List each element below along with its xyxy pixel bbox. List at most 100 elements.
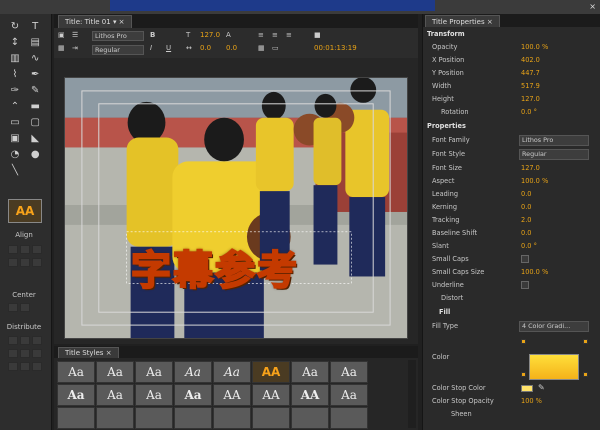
color-stop-top-left[interactable]	[521, 339, 526, 344]
vertical-type-tool-icon[interactable]: ↕	[6, 34, 24, 50]
properties-section[interactable]: Properties	[423, 120, 600, 134]
vertical-area-type-tool-icon[interactable]: ▥	[6, 50, 24, 66]
style-swatch[interactable]: Aa	[135, 361, 173, 383]
fill-type-select[interactable]: 4 Color Gradi...	[519, 321, 589, 332]
add-anchor-tool-icon[interactable]: ✎	[26, 82, 44, 98]
tab-title-properties[interactable]: Title Properties ×	[425, 15, 500, 27]
align-bottom-icon[interactable]	[32, 258, 42, 267]
underline-checkbox[interactable]	[521, 281, 529, 289]
style-swatch[interactable]: Aa	[291, 361, 329, 383]
title-canvas[interactable]: 字幕参考	[64, 77, 408, 339]
height-value[interactable]: 127.0	[521, 95, 540, 103]
small-caps-checkbox[interactable]	[521, 255, 529, 263]
color-stop-color-chip[interactable]	[521, 385, 533, 392]
bold-button[interactable]: B	[150, 31, 155, 39]
font-family-select[interactable]: Lithos Pro	[519, 135, 589, 146]
width-value[interactable]: 517.9	[521, 82, 540, 90]
slant-value[interactable]: 0.0 °	[521, 242, 537, 250]
font-style-select[interactable]: Regular	[519, 149, 589, 160]
rotation-tool-icon[interactable]: ↻	[6, 18, 24, 34]
distribute-2-icon[interactable]	[20, 336, 30, 345]
rectangle-tool-icon[interactable]: ▬	[26, 98, 44, 114]
distribute-5-icon[interactable]	[20, 349, 30, 358]
font-size-prop-value[interactable]: 127.0	[521, 164, 540, 172]
vertical-path-type-tool-icon[interactable]: ⌇	[6, 66, 24, 82]
italic-button[interactable]: I	[150, 44, 152, 52]
rotation-value[interactable]: 0.0 °	[521, 108, 537, 116]
kerning-value[interactable]: 0.0	[200, 44, 211, 52]
center-vertical-icon[interactable]	[20, 303, 30, 312]
delete-anchor-tool-icon[interactable]: ✑	[6, 82, 24, 98]
style-swatch[interactable]	[135, 407, 173, 429]
styles-scrollbar[interactable]	[408, 360, 416, 428]
style-swatch[interactable]: AA	[291, 384, 329, 406]
distribute-7-icon[interactable]	[8, 362, 18, 371]
tab-title[interactable]: Title: Title 01 ▾ ×	[58, 15, 132, 28]
tracking-value[interactable]: 2.0	[521, 216, 532, 224]
area-type-tool-icon[interactable]: ▤	[26, 34, 44, 50]
font-style-dropdown[interactable]: Regular	[92, 45, 144, 55]
leading-prop-value[interactable]: 0.0	[521, 190, 532, 198]
style-swatch[interactable]: Aa	[57, 384, 95, 406]
style-swatch[interactable]: Aa	[174, 384, 212, 406]
path-type-tool-icon[interactable]: ∿	[26, 50, 44, 66]
font-family-dropdown[interactable]: Lithos Pro	[92, 31, 144, 41]
color-stop-top-right[interactable]	[583, 339, 588, 344]
align-right-text-icon[interactable]: ≡	[286, 31, 292, 39]
align-vcenter-icon[interactable]	[20, 258, 30, 267]
subtitle-text[interactable]: 字幕参考	[130, 238, 299, 296]
style-swatch[interactable]	[330, 407, 368, 429]
transform-section[interactable]: Transform	[423, 28, 600, 42]
style-swatch[interactable]	[174, 407, 212, 429]
style-swatch[interactable]	[252, 407, 290, 429]
y-position-value[interactable]: 447.7	[521, 69, 540, 77]
fill-section[interactable]: Fill	[423, 306, 600, 320]
style-swatch[interactable]	[96, 407, 134, 429]
arc-tool-icon[interactable]: ◔	[6, 146, 24, 162]
style-swatch-selected[interactable]: AA	[252, 361, 290, 383]
aspect-value[interactable]: 100.0 %	[521, 177, 548, 185]
opacity-value[interactable]: 100.0 %	[521, 43, 548, 51]
gradient-color-swatch[interactable]	[529, 354, 579, 380]
align-center-text-icon[interactable]: ≡	[272, 31, 278, 39]
distribute-6-icon[interactable]	[32, 349, 42, 358]
convert-anchor-tool-icon[interactable]: ⌃	[6, 98, 24, 114]
font-size-value[interactable]: 127.0	[200, 31, 220, 39]
center-horizontal-icon[interactable]	[8, 303, 18, 312]
close-icon[interactable]: ×	[589, 2, 596, 11]
style-swatch[interactable]	[213, 407, 251, 429]
style-swatch[interactable]: Aa	[213, 361, 251, 383]
style-swatch[interactable]: Aa	[96, 384, 134, 406]
color-stop-opacity-value[interactable]: 100 %	[521, 397, 542, 405]
tab-stops-icon[interactable]: ⇥	[72, 44, 78, 52]
distort-row[interactable]: Distort	[423, 292, 600, 306]
style-swatch[interactable]	[291, 407, 329, 429]
small-caps-size-value[interactable]: 100.0 %	[521, 268, 548, 276]
baseline-shift-value[interactable]: 0.0	[521, 229, 532, 237]
style-swatch[interactable]: Aa	[174, 361, 212, 383]
style-swatch[interactable]: Aa	[57, 361, 95, 383]
timecode-value[interactable]: 00:01:13:19	[314, 44, 357, 52]
style-swatch[interactable]: Aa	[96, 361, 134, 383]
safe-area-icon[interactable]: ▦	[258, 44, 265, 52]
style-swatch[interactable]: AA	[252, 384, 290, 406]
distribute-9-icon[interactable]	[32, 362, 42, 371]
style-swatch[interactable]: Aa	[330, 361, 368, 383]
x-position-value[interactable]: 402.0	[521, 56, 540, 64]
roll-crawl-icon[interactable]: ☰	[72, 31, 78, 39]
style-swatch[interactable]	[57, 407, 95, 429]
wedge-tool-icon[interactable]: ◣	[26, 130, 44, 146]
background-video-icon[interactable]: ■	[314, 31, 321, 39]
clipped-rectangle-tool-icon[interactable]: ▭	[6, 114, 24, 130]
style-swatch[interactable]: Aa	[135, 384, 173, 406]
rounded-corner-tool-icon[interactable]: ▣	[6, 130, 24, 146]
align-left-text-icon[interactable]: ≡	[258, 31, 264, 39]
color-stop-bottom-left[interactable]	[521, 372, 526, 377]
tab-title-styles[interactable]: Title Styles ×	[58, 347, 119, 358]
rounded-rectangle-tool-icon[interactable]: ▢	[26, 114, 44, 130]
align-right-icon[interactable]	[32, 245, 42, 254]
color-stop-bottom-right[interactable]	[583, 372, 588, 377]
distribute-1-icon[interactable]	[8, 336, 18, 345]
line-tool-icon[interactable]: ╲	[6, 162, 24, 178]
distribute-3-icon[interactable]	[32, 336, 42, 345]
